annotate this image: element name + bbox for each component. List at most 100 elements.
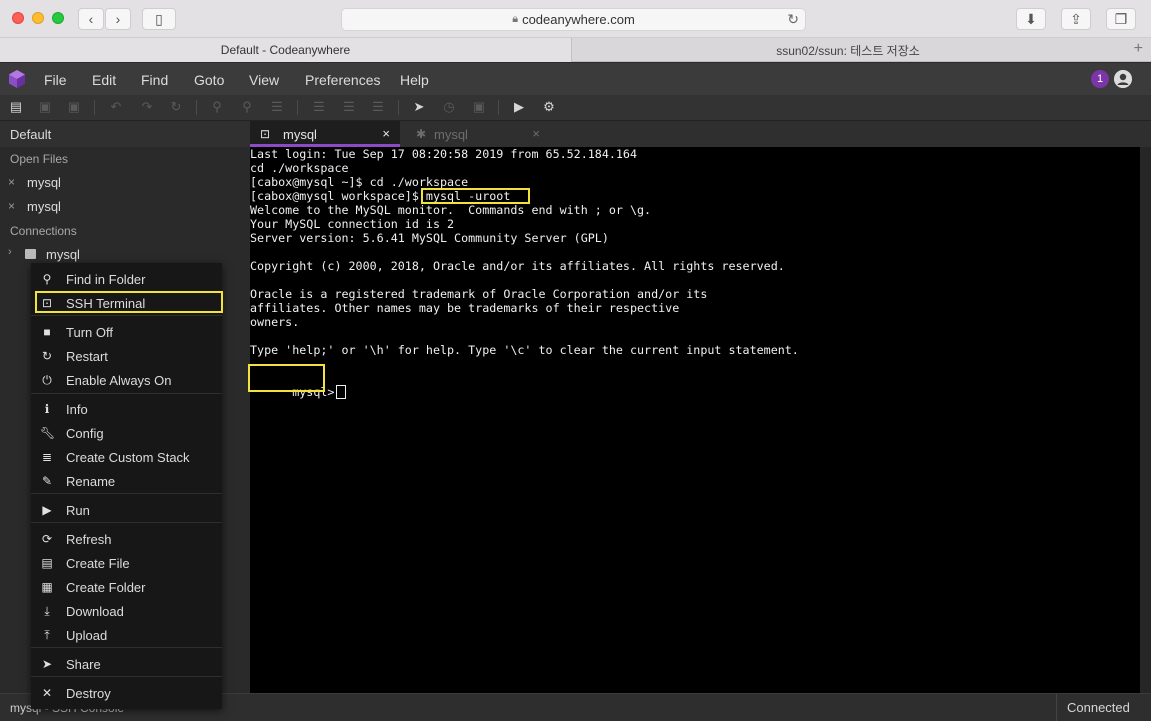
- terminal-line: [cabox@mysql ~]$ cd ./workspace: [250, 175, 469, 189]
- tab-mysql-terminal[interactable]: ⊡ mysql ×: [250, 121, 400, 147]
- tab-title: ssun02/ssun: 테스트 저장소: [776, 43, 920, 58]
- menu-file[interactable]: File: [44, 72, 67, 88]
- close-window-button[interactable]: [12, 12, 24, 24]
- context-menu-item-create-custom-stack[interactable]: ≣ Create Custom Stack: [31, 445, 222, 469]
- power-icon: ⏻: [42, 373, 52, 387]
- new-file-icon[interactable]: ▤: [8, 99, 24, 115]
- close-icon[interactable]: ×: [382, 126, 390, 141]
- context-menu-item-find-in-folder[interactable]: ⚲ Find in Folder: [31, 267, 222, 291]
- menu-item-label: Turn Off: [66, 325, 113, 340]
- context-menu-item-config[interactable]: 🔧︎ Config: [31, 421, 222, 445]
- outdent-icon[interactable]: ☰: [341, 99, 357, 115]
- open-files-label: Open Files: [10, 152, 69, 166]
- terminal-line: Your MySQL connection id is 2: [250, 217, 455, 231]
- save-all-icon[interactable]: ▣: [66, 99, 82, 115]
- context-menu-item-rename[interactable]: ✎ Rename: [31, 469, 222, 493]
- sidebar-icon: ▯: [155, 10, 163, 27]
- search-replace-icon[interactable]: ⚲: [239, 99, 255, 115]
- menu-item-label: Upload: [66, 628, 108, 643]
- project-title[interactable]: Default: [0, 121, 250, 147]
- back-button[interactable]: ‹: [78, 8, 104, 30]
- menu-goto[interactable]: Goto: [194, 72, 224, 88]
- tabs-icon: ❐: [1114, 10, 1128, 27]
- terminal-cursor: [336, 385, 347, 399]
- url-text: codeanywhere.com: [522, 12, 635, 27]
- close-icon[interactable]: ×: [8, 199, 15, 213]
- zoom-window-button[interactable]: [52, 12, 64, 24]
- context-menu-item-share[interactable]: ➤ Share: [31, 652, 222, 676]
- menu-edit[interactable]: Edit: [92, 72, 116, 88]
- ssh-terminal-highlight: [35, 291, 223, 313]
- address-bar[interactable]: 🔒︎ codeanywhere.com ↻: [341, 8, 806, 31]
- indent-icon[interactable]: ☰: [311, 99, 327, 115]
- context-menu-item-ssh-terminal[interactable]: ⊡ SSH Terminal: [31, 291, 223, 315]
- toolbar-divider: [498, 100, 499, 115]
- context-menu-item-enable-always-on[interactable]: ⏻ Enable Always On: [31, 368, 222, 392]
- save-icon[interactable]: ▣: [37, 99, 53, 115]
- toolbar-divider: [297, 100, 298, 115]
- close-icon[interactable]: ×: [532, 126, 540, 141]
- browser-tab-active[interactable]: Default - Codeanywhere: [0, 38, 572, 62]
- menu-divider: [31, 676, 222, 677]
- context-menu-item-destroy[interactable]: ✕ Destroy: [31, 681, 222, 705]
- search-icon[interactable]: ⚲: [209, 99, 225, 115]
- sidebar-toggle-button[interactable]: ▯: [142, 8, 176, 30]
- format-icon[interactable]: ☰: [269, 99, 285, 115]
- preview-icon[interactable]: ▣: [471, 99, 487, 115]
- context-menu-item-download[interactable]: ⤓ Download: [31, 599, 222, 623]
- ssh-terminal[interactable]: Last login: Tue Sep 17 08:20:58 2019 fro…: [248, 147, 1140, 693]
- tab-mysql[interactable]: ✱ mysql ×: [406, 121, 550, 147]
- new-tab-button[interactable]: +: [1134, 40, 1143, 58]
- minimize-window-button[interactable]: [32, 12, 44, 24]
- context-menu-item-restart[interactable]: ↻ Restart: [31, 344, 222, 368]
- settings-gear-icon[interactable]: ⚙: [541, 99, 557, 115]
- context-menu-item-info[interactable]: ℹ Info: [31, 397, 222, 421]
- run-icon[interactable]: ▶: [511, 99, 527, 115]
- redo-icon[interactable]: ↷: [139, 99, 155, 115]
- send-icon[interactable]: ➤: [411, 99, 427, 115]
- comment-icon[interactable]: ☰: [370, 99, 386, 115]
- menu-item-label: Config: [66, 426, 104, 441]
- forward-button[interactable]: ›: [105, 8, 131, 30]
- chevron-right-icon[interactable]: ›: [8, 246, 12, 258]
- close-icon[interactable]: ×: [8, 175, 15, 189]
- terminal-output: Last login: Tue Sep 17 08:20:58 2019 fro…: [250, 147, 799, 371]
- reload-icon[interactable]: ↻: [787, 11, 799, 28]
- history-icon[interactable]: ◷: [441, 99, 457, 115]
- refresh-icon[interactable]: ↻: [168, 99, 184, 115]
- notification-badge[interactable]: 1: [1091, 70, 1109, 88]
- new-file-icon: ▤: [41, 556, 53, 570]
- connection-item-mysql[interactable]: › mysql: [0, 243, 250, 265]
- menu-item-label: Create File: [66, 556, 130, 571]
- browser-tab[interactable]: ssun02/ssun: 테스트 저장소: [573, 38, 1123, 62]
- menu-divider: [31, 315, 222, 316]
- terminal-scroll-gutter[interactable]: [1140, 147, 1151, 693]
- search-icon: ⚲: [42, 272, 52, 286]
- open-file-item[interactable]: × mysql: [0, 171, 250, 195]
- context-menu-item-run[interactable]: ▶ Run: [31, 498, 222, 522]
- context-menu-item-turn-off[interactable]: ■ Turn Off: [31, 320, 222, 344]
- context-menu-item-create-folder[interactable]: ▦ Create Folder: [31, 575, 222, 599]
- undo-icon[interactable]: ↶: [108, 99, 124, 115]
- context-menu: ⚲ Find in Folder ⊡ SSH Terminal ■ Turn Off ↻ Re…: [31, 263, 223, 709]
- asterisk-icon: ✱: [416, 127, 427, 141]
- downloads-button[interactable]: ⬇: [1016, 8, 1046, 30]
- menu-help[interactable]: Help: [400, 72, 429, 88]
- menu-preferences[interactable]: Preferences: [305, 72, 380, 88]
- menu-view[interactable]: View: [249, 72, 279, 88]
- tabs-overview-button[interactable]: ❐: [1106, 8, 1136, 30]
- context-menu-item-upload[interactable]: ⤒ Upload: [31, 623, 222, 647]
- menu-item-label: Download: [66, 604, 124, 619]
- share-button[interactable]: ⇪: [1061, 8, 1091, 30]
- context-menu-item-create-file[interactable]: ▤ Create File: [31, 551, 222, 575]
- context-menu-item-refresh[interactable]: ⟳ Refresh: [31, 527, 222, 551]
- open-file-item[interactable]: × mysql: [0, 195, 250, 219]
- connection-status: Connected: [1056, 694, 1151, 721]
- terminal-icon: ⊡: [260, 127, 271, 141]
- toolbar-divider: [94, 100, 95, 115]
- menu-find[interactable]: Find: [141, 72, 168, 88]
- browser-titlebar: ‹ › ▯ 🔒︎ codeanywhere.com ↻ ⬇ ⇪ ❐: [0, 0, 1151, 38]
- terminal-line: Welcome to the MySQL monitor. Commands e…: [250, 203, 652, 217]
- user-avatar-icon[interactable]: [1114, 70, 1132, 88]
